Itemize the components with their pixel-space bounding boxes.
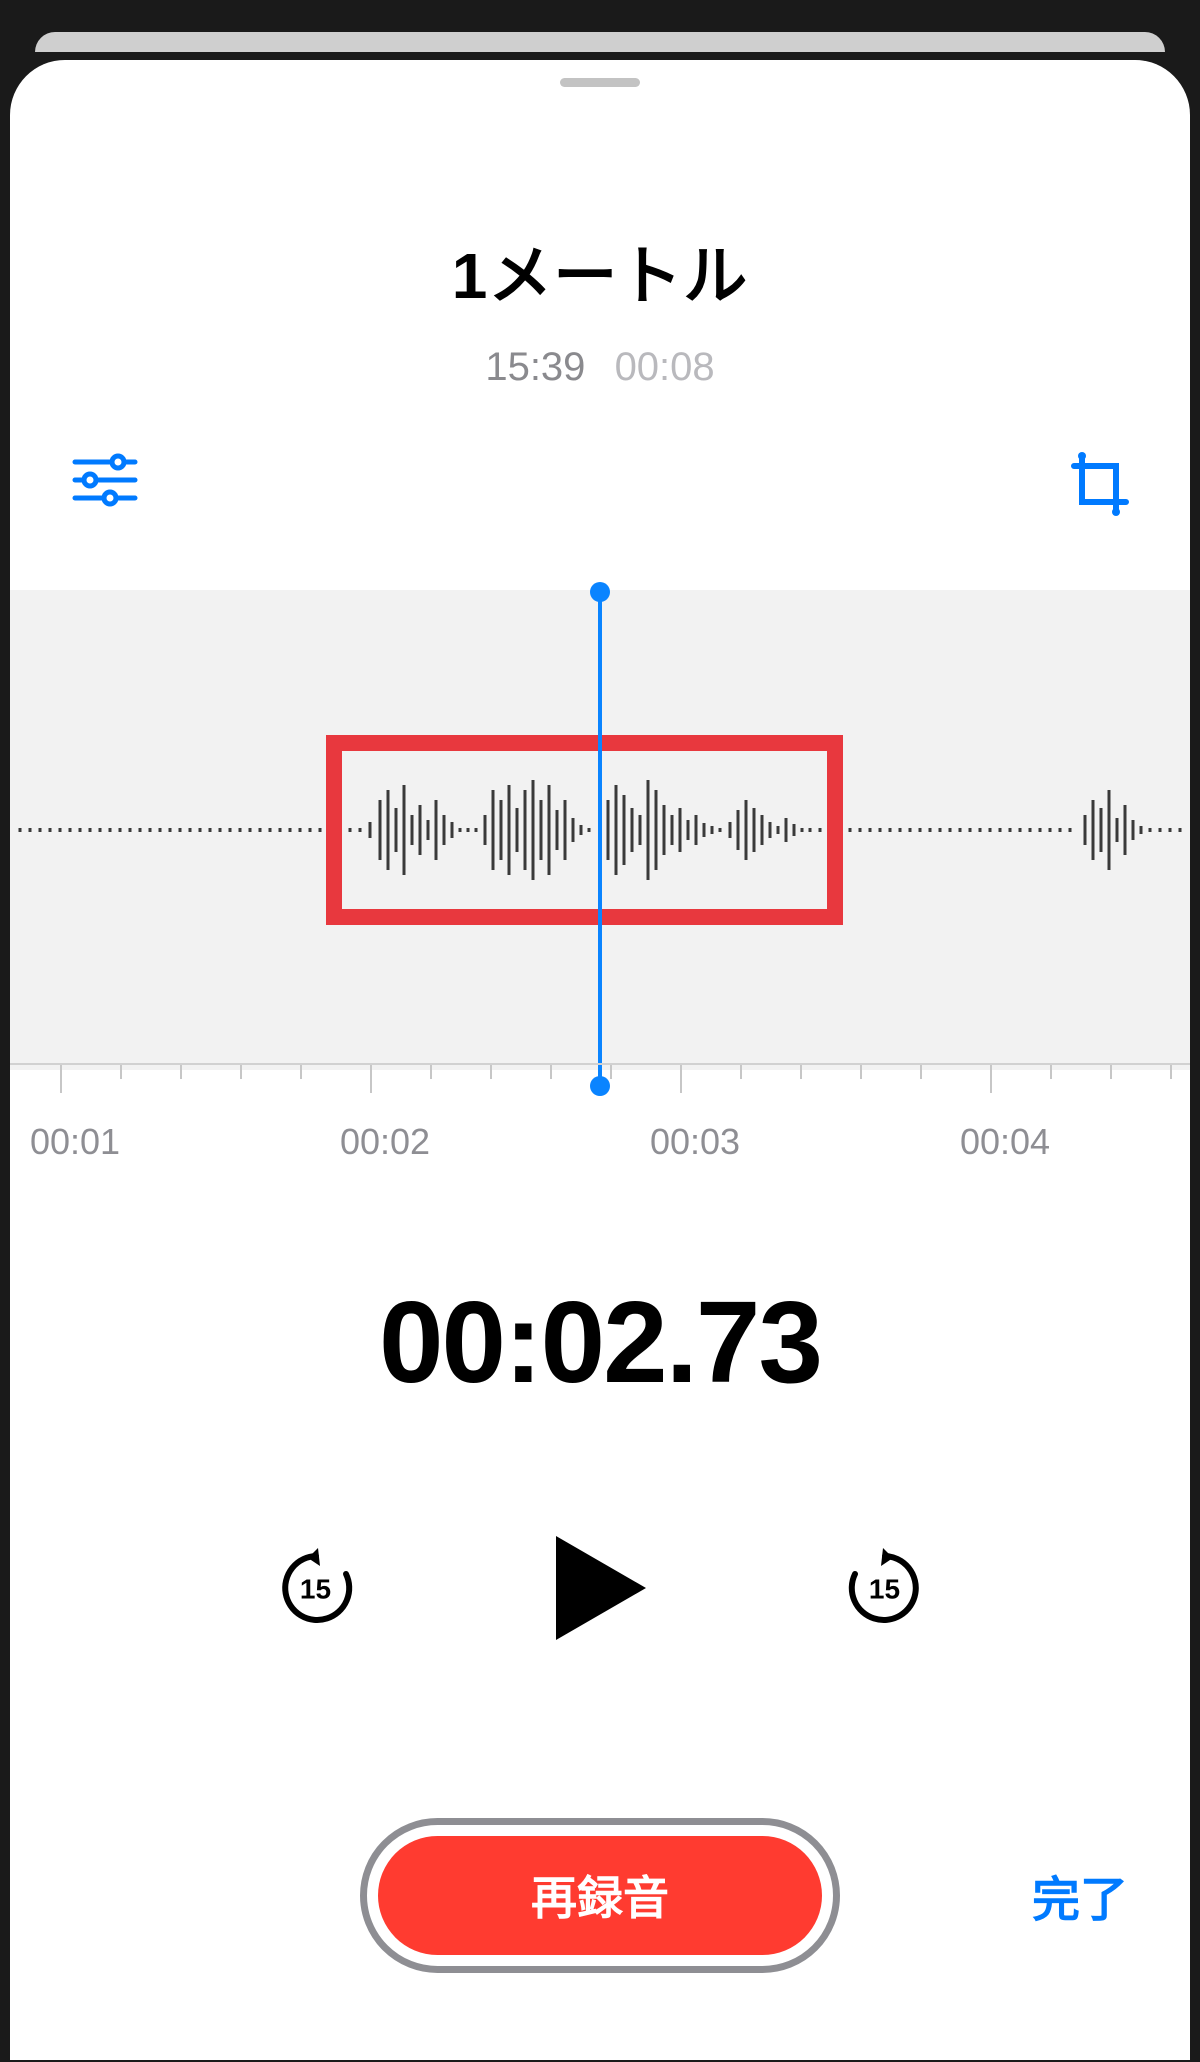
play-button[interactable]: [548, 1528, 653, 1648]
ruler-label: 00:03: [650, 1121, 740, 1163]
ruler-label: 00:02: [340, 1121, 430, 1163]
current-time: 00:02.73: [10, 1275, 1190, 1409]
recording-timestamp: 15:39: [485, 345, 585, 389]
recording-header: 1メートル 15:39 00:08: [10, 225, 1190, 390]
done-button[interactable]: 完了: [1032, 1860, 1128, 1930]
recording-title: 1メートル: [10, 225, 1190, 317]
skip-back-button[interactable]: 15: [274, 1546, 358, 1630]
recording-meta: 15:39 00:08: [10, 345, 1190, 390]
crop-button[interactable]: [1070, 450, 1130, 525]
settings-button[interactable]: [70, 450, 140, 525]
play-icon: [548, 1528, 653, 1648]
recorder-sheet: 1メートル 15:39 00:08: [10, 60, 1190, 2060]
playhead[interactable]: [598, 586, 602, 1086]
timeline-ruler: 00:01 00:02 00:03 00:04: [10, 1063, 1190, 1153]
skip-forward-seconds: 15: [869, 1574, 900, 1606]
ruler-label: 00:01: [30, 1121, 120, 1163]
recording-duration: 00:08: [615, 345, 715, 389]
sheet-grabber[interactable]: [560, 78, 640, 87]
playhead-handle-top[interactable]: [590, 582, 610, 602]
waveform-area[interactable]: [10, 590, 1190, 1070]
skip-forward-button[interactable]: 15: [843, 1546, 927, 1630]
crop-icon: [1070, 450, 1130, 520]
ruler-label: 00:04: [960, 1121, 1050, 1163]
skip-back-seconds: 15: [300, 1574, 331, 1606]
record-button-label: 再録音: [531, 1862, 669, 1928]
record-button[interactable]: 再録音: [360, 1818, 840, 1973]
sliders-icon: [70, 450, 140, 510]
highlight-annotation: [326, 735, 843, 925]
